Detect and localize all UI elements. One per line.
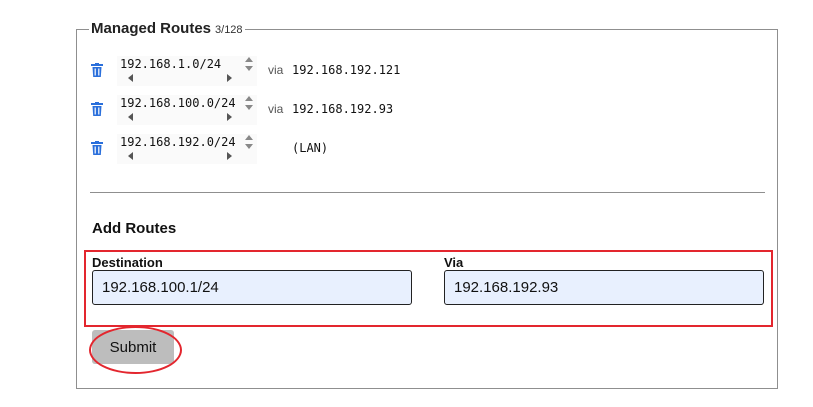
via-label: via bbox=[268, 63, 284, 77]
scroll-left-icon[interactable] bbox=[128, 152, 133, 160]
route-destination: 192.168.1.0/24 bbox=[120, 57, 222, 71]
via-field-label: Via bbox=[444, 255, 464, 270]
spin-arrows-icon[interactable] bbox=[245, 96, 253, 110]
managed-routes-title: Managed Routes bbox=[91, 20, 212, 37]
route-destination-stepper[interactable]: 192.168.1.0/24 bbox=[117, 56, 257, 86]
route-row: 192.168.192.0/24 (LAN) bbox=[88, 134, 418, 174]
destination-input[interactable] bbox=[92, 270, 412, 305]
panel-legend: Managed Routes 3/128 bbox=[89, 20, 245, 39]
scroll-left-icon[interactable] bbox=[128, 74, 133, 82]
route-destination-stepper[interactable]: 192.168.192.0/24 bbox=[117, 134, 257, 164]
route-via: 192.168.192.93 bbox=[292, 102, 394, 116]
spin-arrows-icon[interactable] bbox=[245, 57, 253, 71]
via-label: via bbox=[268, 102, 284, 116]
route-row: 192.168.100.0/24 via 192.168.192.93 bbox=[88, 95, 418, 135]
route-destination: 192.168.100.0/24 bbox=[120, 96, 236, 110]
scroll-left-icon[interactable] bbox=[128, 113, 133, 121]
trash-icon[interactable] bbox=[91, 102, 103, 116]
spin-arrows-icon[interactable] bbox=[245, 135, 253, 149]
scroll-right-icon[interactable] bbox=[227, 152, 232, 160]
route-destination-stepper[interactable]: 192.168.100.0/24 bbox=[117, 95, 257, 125]
routes-count: 3/128 bbox=[215, 24, 243, 36]
trash-icon[interactable] bbox=[91, 141, 103, 155]
trash-icon[interactable] bbox=[91, 63, 103, 77]
route-row: 192.168.1.0/24 via 192.168.192.121 bbox=[88, 56, 418, 96]
scroll-right-icon[interactable] bbox=[227, 113, 232, 121]
route-destination: 192.168.192.0/24 bbox=[120, 135, 236, 149]
section-divider bbox=[90, 192, 765, 193]
route-via: (LAN) bbox=[292, 141, 329, 155]
scroll-right-icon[interactable] bbox=[227, 74, 232, 82]
destination-label: Destination bbox=[92, 255, 163, 270]
via-input[interactable] bbox=[444, 270, 764, 305]
submit-button[interactable]: Submit bbox=[92, 330, 174, 364]
add-routes-title: Add Routes bbox=[92, 220, 177, 237]
route-via: 192.168.192.121 bbox=[292, 63, 401, 77]
